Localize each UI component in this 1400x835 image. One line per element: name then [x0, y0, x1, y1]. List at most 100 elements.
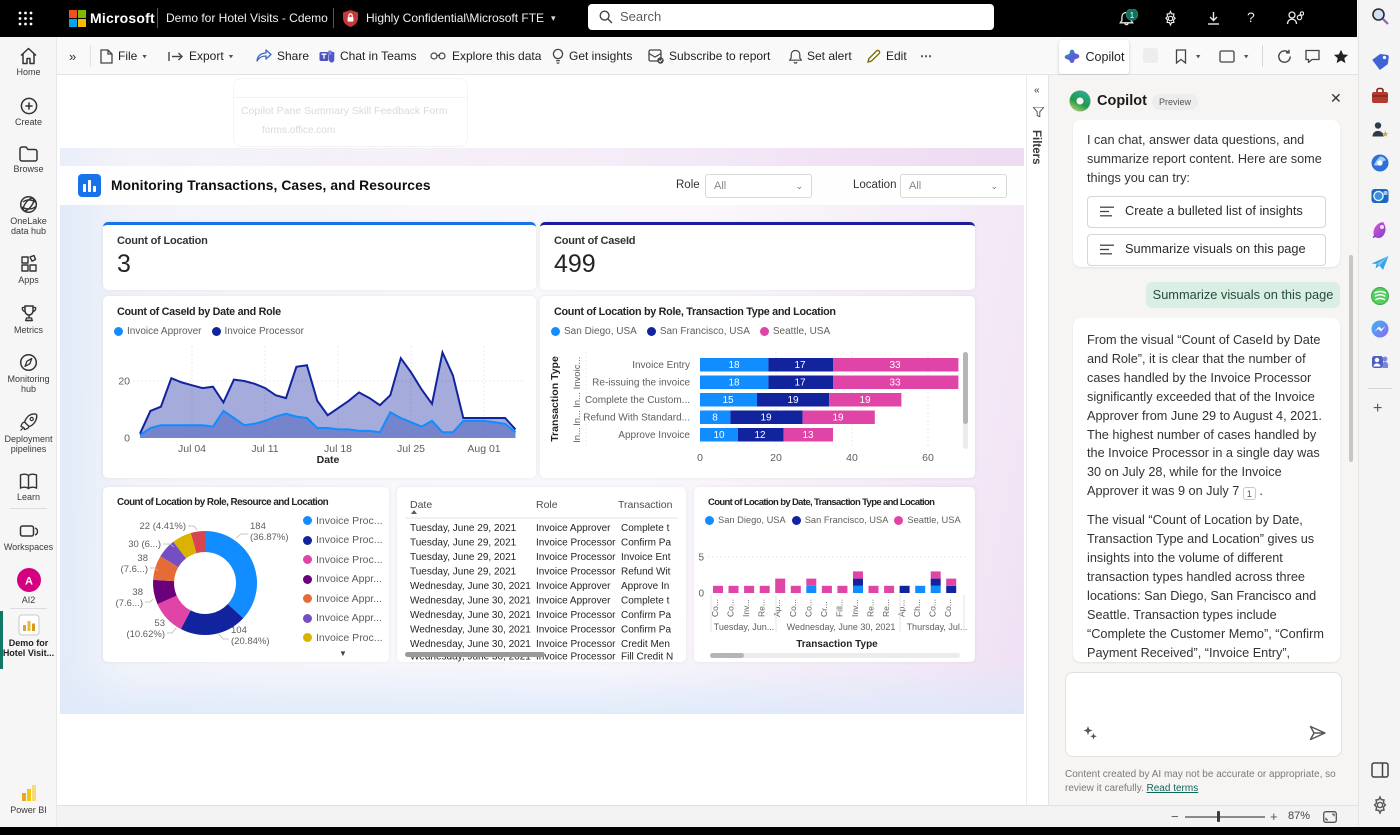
svg-text:Confirm Pa: Confirm Pa	[621, 625, 671, 636]
svg-text:Wednesday, June 30, 2021: Wednesday, June 30, 2021	[410, 639, 531, 650]
svg-text:Co...: Co...	[726, 599, 736, 617]
svg-text:38: 38	[132, 587, 143, 598]
svg-text:19: 19	[832, 413, 844, 424]
svg-text:In...: In...	[572, 392, 583, 408]
svg-text:20: 20	[770, 452, 782, 464]
svg-text:Ap...: Ap...	[772, 600, 782, 617]
svg-text:Jul 11: Jul 11	[251, 443, 278, 455]
svg-text:Wednesday, June 30, 2021: Wednesday, June 30, 2021	[410, 581, 531, 592]
svg-text:13: 13	[802, 430, 814, 441]
svg-text:Inv...: Inv...	[741, 599, 751, 617]
svg-text:Co...: Co...	[803, 599, 813, 617]
svg-text:In...: In...	[572, 427, 583, 443]
svg-text:Wednesday, June 30, 2021: Wednesday, June 30, 2021	[410, 610, 531, 621]
svg-text:22 (4.41%): 22 (4.41%)	[140, 521, 186, 532]
svg-text:Confirm Pa: Confirm Pa	[621, 538, 671, 549]
svg-text:Wednesday, June 30, 2021: Wednesday, June 30, 2021	[787, 622, 896, 632]
svg-text:19: 19	[859, 395, 871, 406]
svg-text:Re...: Re...	[881, 599, 891, 617]
svg-text:Invoice Approver: Invoice Approver	[536, 596, 611, 607]
svg-text:Re...: Re...	[866, 599, 876, 617]
svg-text:Invoice Processor: Invoice Processor	[536, 625, 616, 636]
svg-text:Tuesday, June 29, 2021: Tuesday, June 29, 2021	[410, 523, 517, 534]
svg-text:Role: Role	[536, 499, 558, 511]
svg-text:Wednesday, June 30, 2021: Wednesday, June 30, 2021	[410, 625, 531, 636]
svg-text:Invoic...: Invoic...	[572, 357, 583, 390]
svg-text:8: 8	[712, 413, 718, 424]
svg-text:0: 0	[698, 589, 704, 600]
svg-text:Credit Men: Credit Men	[621, 639, 670, 650]
svg-text:33: 33	[889, 378, 901, 389]
svg-text:Approve In: Approve In	[621, 581, 669, 592]
svg-text:18: 18	[728, 360, 740, 371]
svg-text:Transaction Type: Transaction Type	[549, 356, 561, 442]
svg-text:184: 184	[250, 521, 266, 532]
svg-text:A: A	[25, 576, 33, 588]
svg-text:17: 17	[794, 378, 806, 389]
svg-text:18: 18	[728, 378, 740, 389]
svg-text:19: 19	[787, 395, 799, 406]
svg-text:Tuesday, Jun...: Tuesday, Jun...	[714, 622, 775, 632]
svg-text:30 (6...): 30 (6...)	[128, 539, 161, 550]
svg-text:Co...: Co...	[928, 599, 938, 617]
svg-text:Invoice Processor: Invoice Processor	[536, 538, 616, 549]
svg-text:Approve Invoice: Approve Invoice	[618, 430, 690, 441]
svg-text:(20.84%): (20.84%)	[231, 636, 270, 647]
svg-text:Complete the Custom...: Complete the Custom...	[585, 395, 690, 406]
svg-text:33: 33	[889, 360, 901, 371]
svg-text:Re...: Re...	[757, 599, 767, 617]
svg-text:Co...: Co...	[788, 599, 798, 617]
svg-text:12: 12	[754, 430, 766, 441]
svg-text:Invoice Approver: Invoice Approver	[536, 581, 611, 592]
svg-text:10: 10	[713, 430, 725, 441]
svg-text:Aug 01: Aug 01	[467, 443, 500, 455]
svg-text:Invoice Processor: Invoice Processor	[536, 552, 616, 563]
svg-text:Fill...: Fill...	[834, 599, 844, 617]
svg-text:In...: In...	[572, 410, 583, 426]
svg-text:Refund Wit: Refund Wit	[621, 567, 671, 578]
svg-text:Complete t: Complete t	[621, 523, 670, 534]
svg-text:Tuesday, June 29, 2021: Tuesday, June 29, 2021	[410, 538, 517, 549]
svg-text:Transaction: Transaction	[618, 499, 673, 511]
svg-text:40: 40	[846, 452, 858, 464]
svg-text:Tuesday, June 29, 2021: Tuesday, June 29, 2021	[410, 552, 517, 563]
svg-text:Complete t: Complete t	[621, 596, 670, 607]
svg-text:Invoice Entry: Invoice Entry	[632, 360, 690, 371]
svg-text:Invoice Processor: Invoice Processor	[536, 567, 616, 578]
svg-text:Ap...: Ap...	[897, 600, 907, 617]
svg-text:Invoice Processor: Invoice Processor	[536, 639, 616, 650]
svg-text:Ch...: Ch...	[912, 599, 922, 617]
svg-text:Date: Date	[410, 499, 432, 511]
svg-text:Inv...: Inv...	[850, 599, 860, 617]
svg-text:(36.87%): (36.87%)	[250, 532, 289, 543]
svg-text:0: 0	[697, 452, 703, 464]
svg-text:17: 17	[794, 360, 806, 371]
svg-text:Cr...: Cr...	[819, 601, 829, 617]
svg-text:Invoice Ent: Invoice Ent	[621, 552, 671, 563]
svg-text:20: 20	[118, 376, 130, 388]
svg-text:Re-issuing the invoice: Re-issuing the invoice	[592, 378, 690, 389]
svg-text:19: 19	[760, 413, 772, 424]
svg-text:Invoice Processor: Invoice Processor	[536, 610, 616, 621]
svg-text:Refund With Standard...: Refund With Standard...	[583, 413, 690, 424]
svg-text:53: 53	[154, 618, 165, 629]
svg-text:104: 104	[231, 625, 247, 636]
svg-text:5: 5	[698, 553, 704, 564]
svg-text:Co...: Co...	[943, 599, 953, 617]
svg-text:Invoice Processor: Invoice Processor	[536, 652, 616, 663]
svg-text:0: 0	[124, 433, 130, 445]
svg-text:(7.6...): (7.6...)	[116, 598, 143, 609]
svg-text:38: 38	[137, 553, 148, 564]
svg-text:Jul 25: Jul 25	[397, 443, 425, 455]
svg-text:Date: Date	[317, 454, 340, 466]
svg-text:Confirm Pa: Confirm Pa	[621, 610, 671, 621]
svg-text:Tuesday, June 29, 2021: Tuesday, June 29, 2021	[410, 567, 517, 578]
svg-text:(10.62%): (10.62%)	[126, 629, 165, 640]
svg-text:Jul 04: Jul 04	[178, 443, 206, 455]
svg-text:1: 1	[1130, 11, 1135, 20]
svg-text:Invoice Approver: Invoice Approver	[536, 523, 611, 534]
svg-text:Thursday, Jul...: Thursday, Jul...	[907, 622, 968, 632]
svg-text:(7.6...): (7.6...)	[121, 564, 148, 575]
svg-text:Wednesday, June 30, 2021: Wednesday, June 30, 2021	[410, 596, 531, 607]
svg-text:Transaction Type: Transaction Type	[796, 639, 878, 650]
